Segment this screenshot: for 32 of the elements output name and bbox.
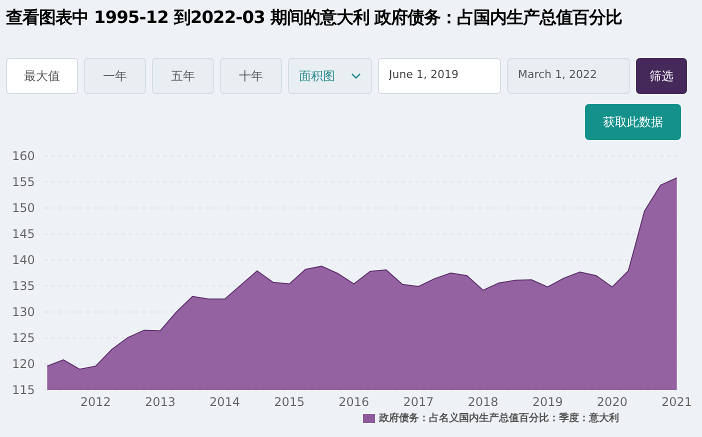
x-axis-label: 2014	[210, 394, 240, 408]
x-axis-label: 2015	[274, 394, 305, 408]
chevron-down-icon	[351, 72, 361, 78]
y-axis-label: 140	[12, 252, 35, 266]
x-axis-label: 2016	[338, 394, 370, 408]
range-button[interactable]: 一年	[84, 58, 146, 94]
range-button[interactable]: 五年	[152, 58, 214, 94]
legend-swatch	[363, 414, 375, 422]
chart-type-select[interactable]: 面积图	[288, 58, 372, 94]
y-axis-label: 135	[12, 278, 35, 292]
range-button[interactable]: 最大值	[6, 58, 78, 94]
x-axis-label: 2013	[144, 394, 176, 408]
y-axis-label: 160	[12, 148, 35, 162]
page-title: 查看图表中 1995-12 到2022-03 期间的意大利 政府债务：占国内生产总值百分比	[4, 7, 624, 30]
x-axis-label: 2012	[80, 394, 111, 408]
x-axis-label: 2020	[596, 394, 628, 408]
y-axis-label: 155	[12, 174, 35, 188]
y-axis-label: 120	[12, 356, 35, 370]
range-button[interactable]: 十年	[220, 58, 282, 94]
y-axis-label: 150	[12, 200, 35, 214]
y-axis-label: 115	[12, 382, 35, 396]
x-axis-label: 2019	[532, 394, 563, 408]
x-axis-label: 2018	[468, 394, 498, 408]
legend-label: 政府债务：占名义国内生产总值百分比：季度：意大利	[379, 411, 619, 426]
x-axis-label: 2021	[662, 394, 692, 408]
filter-button[interactable]: 筛选	[636, 58, 687, 94]
download-data-button[interactable]: 获取此数据	[585, 104, 681, 140]
y-axis-label: 125	[12, 330, 35, 344]
y-axis-label: 145	[12, 226, 35, 240]
end-date-field[interactable]: March 1, 2022	[507, 58, 630, 94]
x-axis-label: 2017	[403, 394, 434, 408]
y-axis-label: 130	[12, 304, 35, 318]
